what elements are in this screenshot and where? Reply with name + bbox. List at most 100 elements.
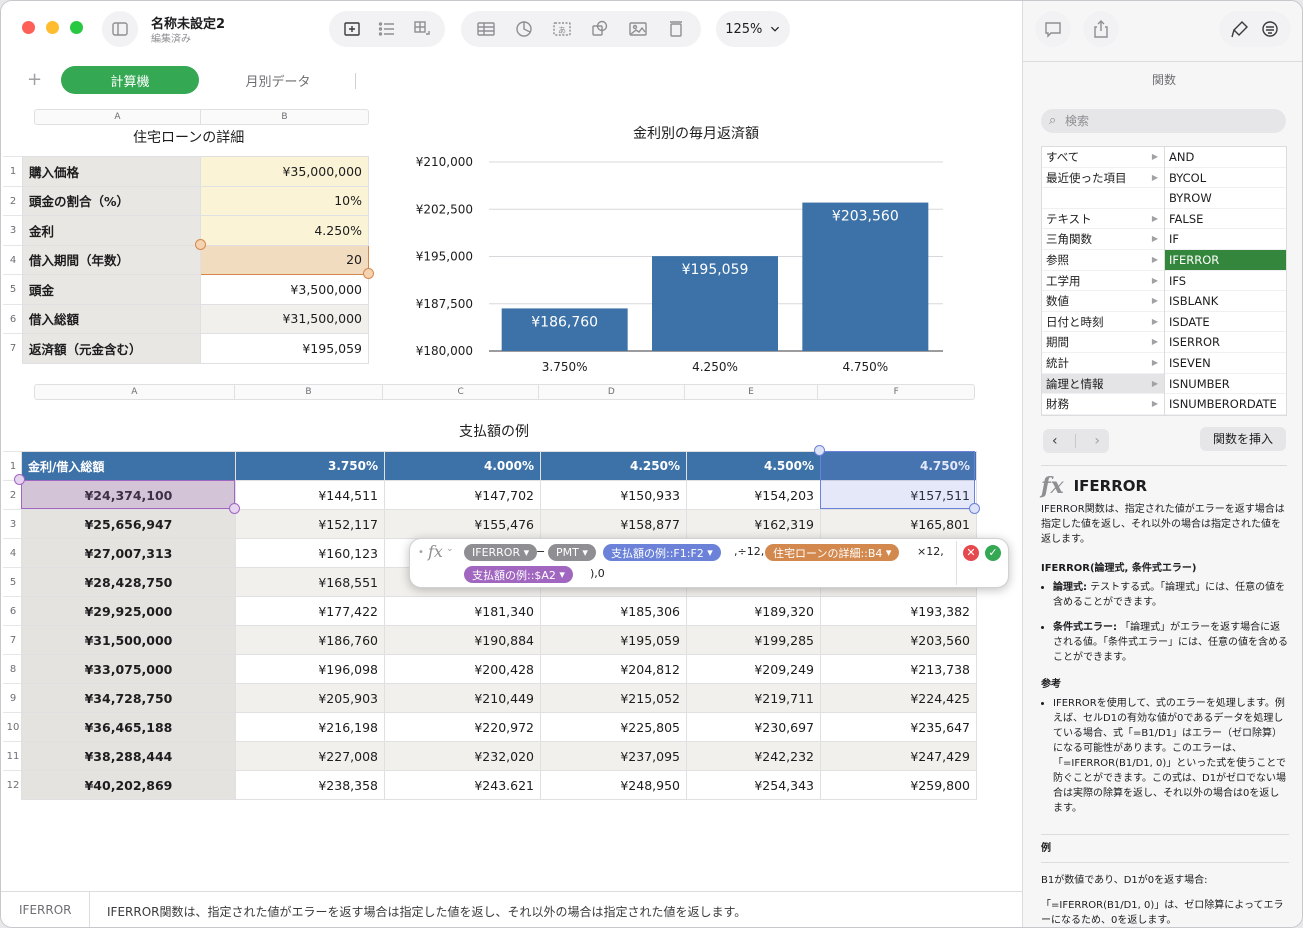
payment-cell[interactable]: ¥227,008: [235, 741, 385, 771]
payment-cell[interactable]: ¥225,805: [540, 712, 687, 742]
row-header[interactable]: 5: [3, 567, 23, 596]
payment-cell[interactable]: ¥210,449: [384, 683, 541, 713]
category-item[interactable]: 財務 ▶: [1042, 394, 1164, 415]
payment-cell[interactable]: ¥177,422: [235, 596, 385, 626]
chart-icon[interactable]: [514, 19, 534, 39]
column-header[interactable]: B: [201, 110, 368, 124]
payment-cell[interactable]: ¥254,343: [686, 770, 821, 800]
payment-cell[interactable]: ¥259,800: [820, 770, 977, 800]
payment-cell[interactable]: ¥220,972: [384, 712, 541, 742]
column-header[interactable]: D: [539, 385, 685, 399]
cell-label[interactable]: 借入期間（年数）: [22, 244, 201, 275]
function-item[interactable]: IFS: [1165, 271, 1286, 292]
header-cell[interactable]: 4.250%: [540, 451, 687, 481]
payment-cell[interactable]: ¥235,647: [820, 712, 977, 742]
reference-token-f1-f2[interactable]: 支払額の例::F1:F2 ▾: [603, 544, 721, 561]
cell-value[interactable]: ¥35,000,000: [200, 156, 369, 187]
payment-cell[interactable]: ¥232,020: [384, 741, 541, 771]
loan-amount-cell[interactable]: ¥31,500,000: [21, 625, 236, 655]
cell-label[interactable]: 借入総額: [22, 303, 201, 334]
referenced-range-f1-f2[interactable]: [820, 451, 975, 509]
payment-cell[interactable]: ¥144,511: [235, 480, 385, 510]
comment-delete-icon[interactable]: [666, 19, 686, 39]
table-layout-icon[interactable]: [412, 19, 432, 39]
row-header[interactable]: 12: [3, 770, 23, 799]
payment-cell[interactable]: ¥147,702: [384, 480, 541, 510]
cell-label[interactable]: 金利: [22, 215, 201, 246]
loan-amount-cell[interactable]: ¥36,465,188: [21, 712, 236, 742]
function-item[interactable]: IF: [1165, 229, 1286, 250]
cancel-formula-icon[interactable]: ✕: [963, 545, 979, 561]
function-item[interactable]: ISNUMBER: [1165, 374, 1286, 395]
payment-cell[interactable]: ¥155,476: [384, 509, 541, 539]
list-icon[interactable]: [377, 19, 397, 39]
row-header[interactable]: 5: [3, 274, 23, 304]
payment-cell[interactable]: ¥160,123: [235, 538, 385, 568]
payment-cell[interactable]: ¥216,198: [235, 712, 385, 742]
reference-token-a2[interactable]: 支払額の例::$A2 ▾: [464, 566, 573, 583]
payment-cell[interactable]: ¥165,801: [820, 509, 977, 539]
function-token-iferror[interactable]: IFERROR ▾: [464, 544, 538, 561]
function-item[interactable]: AND: [1165, 147, 1286, 168]
category-item[interactable]: 工学用 ▶: [1042, 271, 1164, 292]
forward-icon[interactable]: ›: [1094, 433, 1100, 449]
tab-calculator[interactable]: 計算機: [61, 66, 199, 94]
share-button[interactable]: [1083, 11, 1119, 47]
category-item[interactable]: [1042, 188, 1164, 209]
insert-function-button[interactable]: 関数を挿入: [1200, 427, 1286, 451]
referenced-cell-a2[interactable]: [21, 480, 235, 509]
payment-cell[interactable]: ¥190,884: [384, 625, 541, 655]
loan-amount-cell[interactable]: ¥27,007,313: [21, 538, 236, 568]
payment-cell[interactable]: ¥154,203: [686, 480, 821, 510]
drag-handle-icon[interactable]: •: [418, 547, 424, 558]
header-cell[interactable]: 4.500%: [686, 451, 821, 481]
payment-cell[interactable]: ¥150,933: [540, 480, 687, 510]
function-item[interactable]: ISERROR: [1165, 332, 1286, 353]
loan-amount-cell[interactable]: ¥29,925,000: [21, 596, 236, 626]
selection-handle[interactable]: [14, 474, 25, 485]
function-item[interactable]: ISEVEN: [1165, 353, 1286, 374]
tab-monthly-data[interactable]: 月別データ: [213, 66, 343, 94]
function-search-input[interactable]: ⌕ 検索: [1041, 109, 1286, 133]
format-brush-icon[interactable]: [1230, 19, 1250, 39]
payment-cell[interactable]: ¥196,098: [235, 654, 385, 684]
payment-cell[interactable]: ¥219,711: [686, 683, 821, 713]
column-header[interactable]: F: [818, 385, 974, 399]
media-icon[interactable]: [628, 19, 648, 39]
category-item[interactable]: 統計 ▶: [1042, 353, 1164, 374]
header-cell[interactable]: 3.750%: [235, 451, 385, 481]
selection-handle[interactable]: [195, 239, 206, 250]
chevron-down-icon[interactable]: ⌄: [446, 544, 454, 554]
cell-value[interactable]: 10%: [200, 185, 369, 216]
function-item[interactable]: BYCOL: [1165, 168, 1286, 189]
payment-cell[interactable]: ¥238,358: [235, 770, 385, 800]
back-icon[interactable]: ‹: [1052, 433, 1058, 449]
column-header[interactable]: A: [35, 110, 201, 124]
accept-formula-icon[interactable]: ✓: [985, 545, 1001, 561]
row-header[interactable]: 4: [3, 244, 23, 275]
row-header[interactable]: 11: [3, 741, 23, 770]
function-item[interactable]: FALSE: [1165, 209, 1286, 230]
cell-label[interactable]: 頭金の割合（%）: [22, 185, 201, 216]
loan-amount-cell[interactable]: ¥28,428,750: [21, 567, 236, 597]
row-header[interactable]: 8: [3, 654, 23, 683]
row-header[interactable]: 3: [3, 215, 23, 245]
table-icon[interactable]: [476, 19, 496, 39]
text-box-icon[interactable]: あ: [552, 19, 572, 39]
payment-cell[interactable]: ¥186,760: [235, 625, 385, 655]
payment-cell[interactable]: ¥204,812: [540, 654, 687, 684]
reference-token-b4[interactable]: 住宅ローンの詳細::B4 ▾: [765, 544, 900, 561]
payment-cell[interactable]: ¥224,425: [820, 683, 977, 713]
loan-amount-cell[interactable]: ¥40,202,869: [21, 770, 236, 800]
category-item[interactable]: 数値 ▶: [1042, 291, 1164, 312]
row-header[interactable]: 6: [3, 596, 23, 625]
payment-cell[interactable]: ¥185,306: [540, 596, 687, 626]
function-item[interactable]: ISDATE: [1165, 312, 1286, 333]
monthly-payment-chart[interactable]: 金利別の毎月返済額 ¥210,000 ¥202,500 ¥195,000 ¥187,50…: [401, 119, 961, 381]
payment-cell[interactable]: ¥215,052: [540, 683, 687, 713]
cell-label[interactable]: 返済額（元金含む）: [22, 333, 201, 364]
function-token-pmt[interactable]: PMT ▾: [548, 544, 596, 561]
row-header[interactable]: 4: [3, 538, 23, 567]
function-item[interactable]: IFERROR: [1165, 249, 1286, 271]
selection-handle[interactable]: [969, 503, 980, 514]
